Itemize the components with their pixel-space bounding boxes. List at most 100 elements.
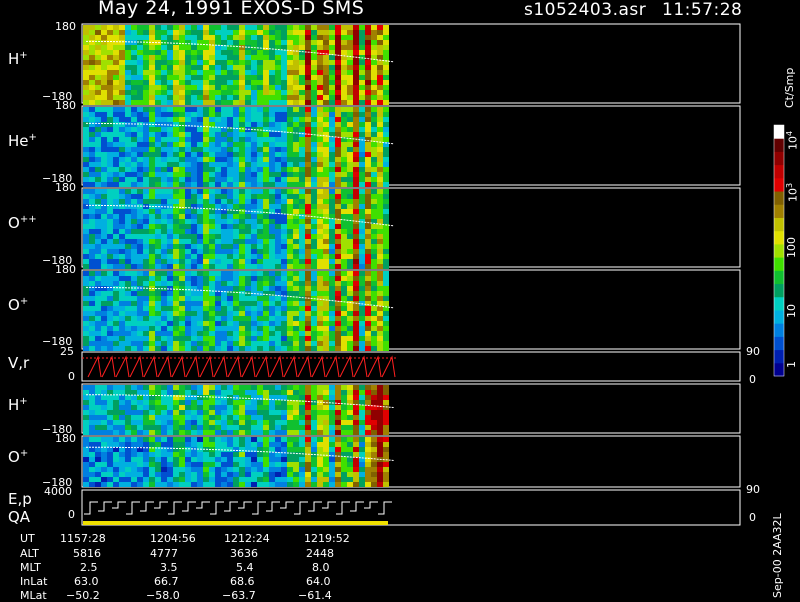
spectrogram-cell bbox=[365, 60, 371, 65]
spectrogram-cell bbox=[107, 107, 113, 112]
spectrogram-cell bbox=[281, 430, 287, 435]
spectrogram-cell bbox=[359, 70, 365, 75]
spectrogram-cell bbox=[197, 472, 203, 477]
spectrogram-cell bbox=[317, 100, 323, 105]
spectrogram-cell bbox=[269, 254, 275, 259]
spectrogram-cell bbox=[119, 45, 125, 50]
spectrogram-cell bbox=[347, 117, 353, 122]
spectrogram-cell bbox=[365, 45, 371, 50]
spectrogram-cell bbox=[293, 385, 299, 390]
spectrogram-cell bbox=[365, 224, 371, 229]
colorbar-segment bbox=[774, 296, 784, 311]
spectrogram-cell bbox=[191, 321, 197, 326]
spectrogram-cell bbox=[197, 112, 203, 117]
spectrogram-cell bbox=[377, 306, 383, 311]
spectrogram-cell bbox=[251, 40, 257, 45]
spectrogram-cell bbox=[251, 311, 257, 316]
spectrogram-cell bbox=[359, 224, 365, 229]
spectrogram-cell bbox=[137, 70, 143, 75]
spectrogram-cell bbox=[155, 60, 161, 65]
spectrogram-cell bbox=[335, 341, 341, 346]
spectrogram-cell bbox=[359, 405, 365, 410]
spectrogram-cell bbox=[107, 244, 113, 249]
spectrogram-cell bbox=[341, 147, 347, 152]
spectrogram-cell bbox=[161, 296, 167, 301]
spectrogram-cell bbox=[221, 95, 227, 100]
spectrogram-cell bbox=[173, 447, 179, 452]
spectrogram-cell bbox=[239, 50, 245, 55]
spectrogram-cell bbox=[101, 80, 107, 85]
panel-label-h-plus-2: H+ bbox=[8, 396, 28, 414]
spectrogram-cell bbox=[353, 420, 359, 425]
spectrogram-cell bbox=[281, 204, 287, 209]
spectrogram-cell bbox=[377, 75, 383, 80]
spectrogram-cell bbox=[293, 425, 299, 430]
spectrogram-cell bbox=[203, 65, 209, 70]
spectrogram-cell bbox=[113, 467, 119, 472]
spectrogram-cell bbox=[137, 209, 143, 214]
spectrogram-cell bbox=[209, 199, 215, 204]
spectrogram-cell bbox=[203, 199, 209, 204]
spectrogram-cell bbox=[173, 30, 179, 35]
spectrogram-cell bbox=[293, 199, 299, 204]
spectrogram-cell bbox=[113, 25, 119, 30]
spectrogram-cell bbox=[359, 25, 365, 30]
eph-label-ut: UT bbox=[20, 532, 35, 545]
spectrogram-cell bbox=[167, 50, 173, 55]
spectrogram-cell bbox=[167, 301, 173, 306]
spectrogram-cell bbox=[335, 100, 341, 105]
spectrogram-cell bbox=[227, 286, 233, 291]
spectrogram-cell bbox=[137, 264, 143, 269]
spectrogram-cell bbox=[377, 132, 383, 137]
spectrogram-cell bbox=[101, 442, 107, 447]
spectrogram-cell bbox=[251, 90, 257, 95]
spectrogram-cell bbox=[197, 189, 203, 194]
spectrogram-cell bbox=[335, 291, 341, 296]
spectrogram-cell bbox=[197, 410, 203, 415]
spectrogram-cell bbox=[131, 182, 137, 187]
spectrogram-cell bbox=[215, 425, 221, 430]
spectrogram-cell bbox=[233, 296, 239, 301]
spectrogram-cell bbox=[89, 346, 95, 351]
spectrogram-cell bbox=[179, 264, 185, 269]
spectrogram-cell bbox=[143, 189, 149, 194]
spectrogram-cell bbox=[89, 167, 95, 172]
spectrogram-cell bbox=[323, 142, 329, 147]
spectrogram-cell bbox=[281, 316, 287, 321]
spectrogram-cell bbox=[263, 204, 269, 209]
spectrogram-cell bbox=[185, 112, 191, 117]
spectrogram-cell bbox=[347, 152, 353, 157]
spectrogram-cell bbox=[287, 229, 293, 234]
spectrogram-cell bbox=[341, 410, 347, 415]
spectrogram-cell bbox=[365, 400, 371, 405]
spectrogram-cell bbox=[95, 400, 101, 405]
spectrogram-cell bbox=[299, 80, 305, 85]
spectrogram-cell bbox=[323, 35, 329, 40]
spectrogram-cell bbox=[155, 301, 161, 306]
spectrogram-cell bbox=[293, 249, 299, 254]
spectrogram-cell bbox=[281, 80, 287, 85]
spectrogram-cell bbox=[257, 346, 263, 351]
spectrogram-cell bbox=[101, 147, 107, 152]
spectrogram-cell bbox=[299, 234, 305, 239]
spectrogram-cell bbox=[89, 331, 95, 336]
spectrogram-cell bbox=[95, 25, 101, 30]
spectrogram-cell bbox=[167, 70, 173, 75]
spectrogram-cell bbox=[335, 25, 341, 30]
spectrogram-cell bbox=[275, 437, 281, 442]
spectrogram-cell bbox=[377, 209, 383, 214]
spectrogram-cell bbox=[329, 306, 335, 311]
spectrogram-cell bbox=[257, 437, 263, 442]
spectrogram-cell bbox=[83, 286, 89, 291]
spectrogram-cell bbox=[101, 214, 107, 219]
spectrogram-cell bbox=[347, 437, 353, 442]
spectrogram-cell bbox=[173, 259, 179, 264]
spectrogram-cell bbox=[287, 189, 293, 194]
spectrogram-cell bbox=[365, 420, 371, 425]
spectrogram-cell bbox=[239, 442, 245, 447]
spectrogram-cell bbox=[245, 395, 251, 400]
spectrogram-cell bbox=[89, 472, 95, 477]
spectrogram-cell bbox=[383, 172, 389, 177]
colorbar-segment bbox=[774, 283, 784, 298]
spectrogram-cell bbox=[329, 85, 335, 90]
